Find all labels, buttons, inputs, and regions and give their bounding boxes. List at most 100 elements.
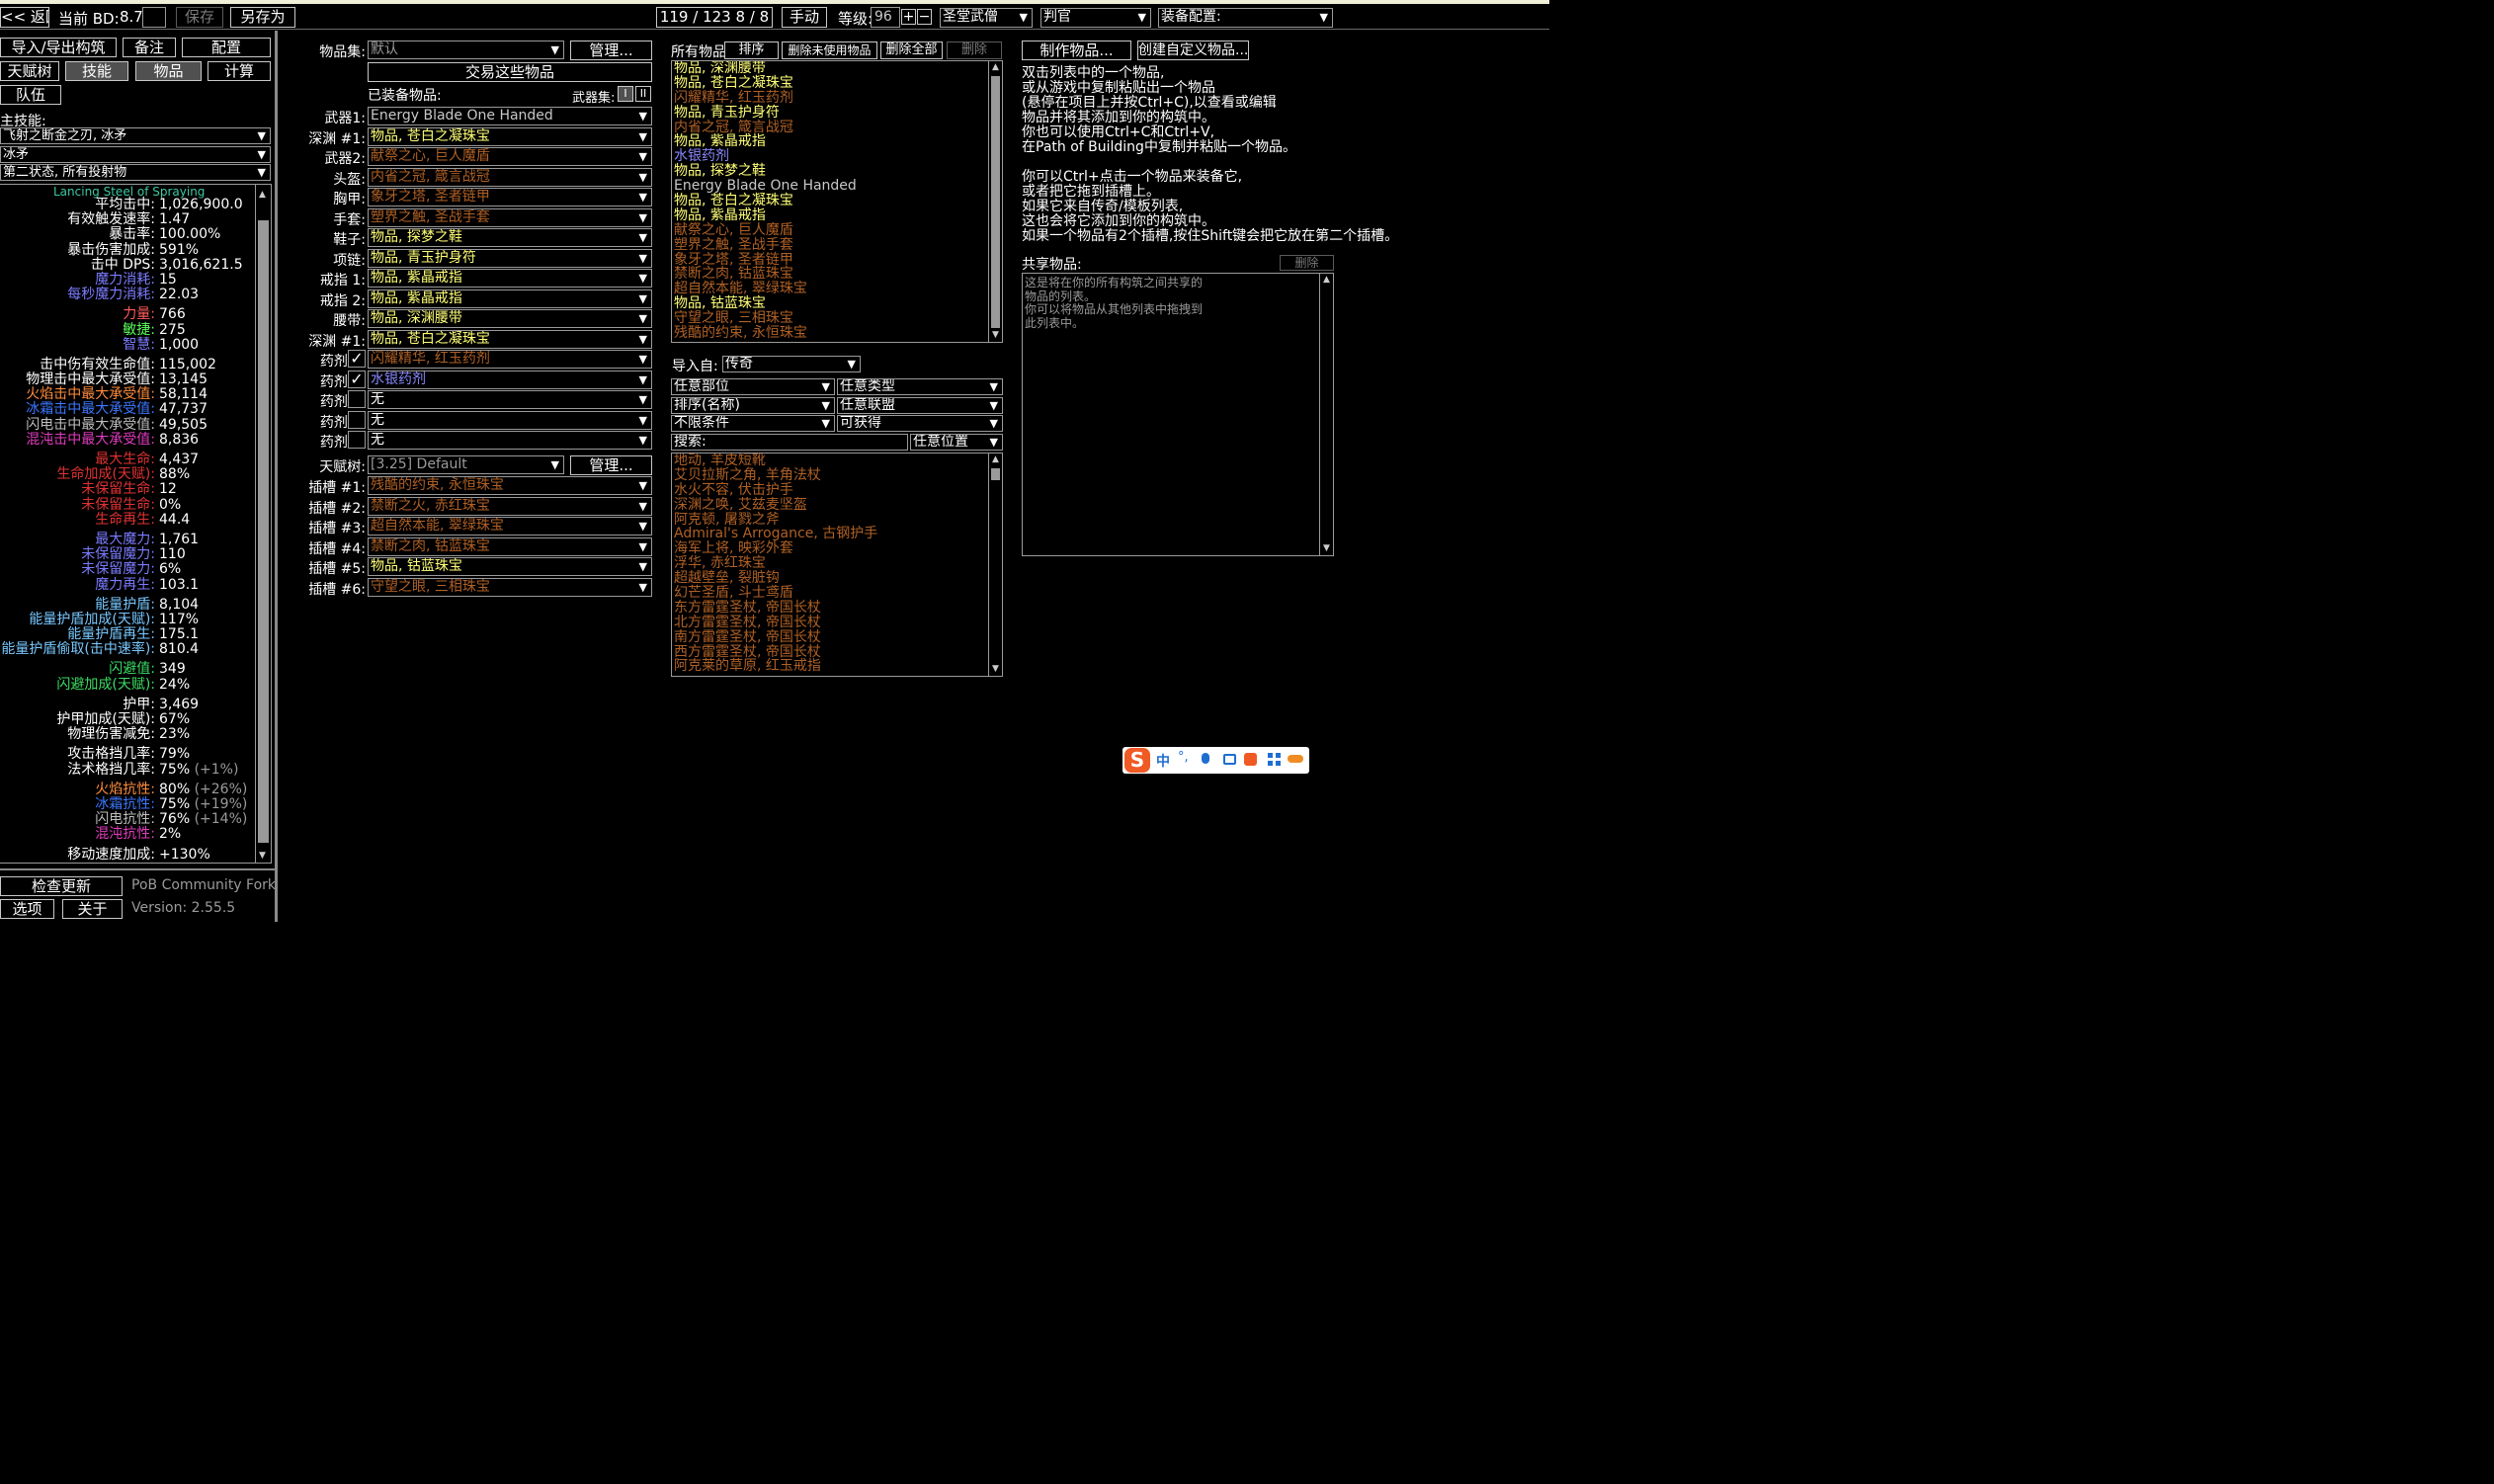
- level-input[interactable]: 96: [871, 7, 900, 28]
- punctuation-icon[interactable]: °,: [1178, 750, 1189, 765]
- filter-type-select[interactable]: 任意类型 ▼: [837, 378, 1003, 395]
- list-item[interactable]: 阿克顿, 屠戮之斧: [674, 512, 988, 528]
- skill-stage-select[interactable]: 第二状态, 所有投射物 ▼: [0, 164, 271, 181]
- list-item[interactable]: 塑界之触, 圣战手套: [674, 237, 988, 253]
- list-item[interactable]: 超自然本能, 翠绿珠宝: [674, 282, 988, 296]
- slot-select[interactable]: 物品, 苍白之凝珠宝 ▼: [368, 329, 652, 349]
- shared-delete-button[interactable]: 删除: [1280, 255, 1334, 271]
- class-select[interactable]: 圣堂武僧 ▼: [940, 8, 1033, 28]
- ime-lang-toggle[interactable]: 中: [1156, 751, 1170, 771]
- carrot-icon[interactable]: [1288, 755, 1303, 763]
- list-item[interactable]: Energy Blade One Handed: [674, 179, 988, 194]
- ime-toolbar[interactable]: S 中 °,: [1122, 747, 1309, 774]
- slot-select[interactable]: 无 ▼: [368, 431, 652, 450]
- flask-active-checkbox[interactable]: [348, 390, 366, 408]
- check-update-button[interactable]: 检查更新: [0, 876, 123, 896]
- list-item[interactable]: 艾贝拉斯之角, 羊角法杖: [674, 467, 988, 483]
- create-custom-item-button[interactable]: 创建自定义物品...: [1137, 41, 1249, 60]
- list-item[interactable]: 南方雷霆圣杖, 帝国长杖: [674, 629, 988, 645]
- socket-select[interactable]: 禁断之肉, 钴蓝珠宝 ▼: [368, 536, 652, 556]
- slot-select[interactable]: 物品, 青玉护身符 ▼: [368, 248, 652, 268]
- list-item[interactable]: 闪耀精华, 红玉药剂: [674, 90, 988, 106]
- tab-skills[interactable]: 技能: [65, 61, 128, 81]
- slot-select[interactable]: 物品, 苍白之凝珠宝 ▼: [368, 126, 652, 146]
- tree-select[interactable]: [3.25] Default ▼: [368, 455, 564, 474]
- delete-unused-button[interactable]: 删除未使用物品: [782, 41, 877, 59]
- socket-select[interactable]: 禁断之火, 赤红珠宝 ▼: [368, 496, 652, 516]
- list-item[interactable]: 水火不容, 伏击护手: [674, 482, 988, 498]
- list-item[interactable]: 物品, 深渊腰带: [674, 61, 988, 76]
- scroll-up-icon[interactable]: ▲: [989, 453, 1002, 466]
- list-item[interactable]: 深渊之唤, 艾兹麦坚盔: [674, 497, 988, 513]
- weapon-set-1-button[interactable]: I: [618, 86, 633, 102]
- level-minus-button[interactable]: −: [917, 9, 932, 25]
- back-button[interactable]: << 返回: [0, 7, 49, 28]
- slot-select[interactable]: Energy Blade One Handed ▼: [368, 107, 652, 125]
- weapon-set-2-button[interactable]: II: [635, 86, 651, 102]
- list-item[interactable]: 阿克莱的草原, 红玉戒指: [674, 659, 988, 674]
- import-export-button[interactable]: 导入/导出构筑: [0, 38, 117, 57]
- shared-items-list[interactable]: 这是将在你的所有构筑之间共享的 物品的列表。 你可以将物品从其他列表中拖拽到 此列表中…: [1022, 273, 1334, 556]
- sort-button[interactable]: 排序: [724, 41, 779, 59]
- options-button[interactable]: 选项: [0, 899, 54, 919]
- filter-req-select[interactable]: 不限条件 ▼: [671, 415, 835, 432]
- list-item[interactable]: 物品, 紫晶戒指: [674, 208, 988, 223]
- socket-select[interactable]: 守望之眼, 三相珠宝 ▼: [368, 577, 652, 597]
- list-item[interactable]: 物品, 紫晶戒指: [674, 134, 988, 149]
- filter-league-select[interactable]: 任意联盟 ▼: [837, 397, 1003, 414]
- scroll-thumb[interactable]: [991, 76, 1000, 328]
- list-item[interactable]: 献祭之心, 巨人魔盾: [674, 222, 988, 238]
- tree-manage-button[interactable]: 管理...: [570, 455, 652, 475]
- slot-select[interactable]: 物品, 探梦之鞋 ▼: [368, 228, 652, 247]
- scroll-down-icon[interactable]: ▼: [989, 329, 1002, 342]
- scroll-thumb[interactable]: [258, 220, 269, 843]
- list-item[interactable]: 象牙之塔, 圣者链甲: [674, 252, 988, 268]
- notes-button[interactable]: 备注: [123, 38, 176, 57]
- slot-select[interactable]: 塑界之触, 圣战手套 ▼: [368, 207, 652, 227]
- items-scrollbar[interactable]: ▲ ▼: [988, 61, 1002, 342]
- about-button[interactable]: 关于: [62, 899, 123, 919]
- filter-sort-select[interactable]: 排序(名称) ▼: [671, 397, 835, 414]
- shared-scrollbar[interactable]: ▲ ▼: [1319, 274, 1333, 555]
- list-item[interactable]: 地动, 羊皮短靴: [674, 453, 988, 468]
- gear-config-select[interactable]: 装备配置: ▼: [1158, 8, 1333, 28]
- filter-slot-select[interactable]: 任意部位 ▼: [671, 378, 835, 395]
- skin-icon[interactable]: [1244, 753, 1257, 766]
- tab-calcs[interactable]: 计算: [208, 61, 271, 81]
- list-item[interactable]: 物品, 钴蓝珠宝: [674, 296, 988, 311]
- delete-button[interactable]: 删除: [947, 41, 1002, 59]
- filter-obtain-select[interactable]: 可获得 ▼: [837, 415, 1003, 432]
- filter-position-select[interactable]: 任意位置 ▼: [910, 434, 1003, 451]
- flask-active-checkbox[interactable]: [348, 431, 366, 449]
- slot-select[interactable]: 物品, 紫晶戒指 ▼: [368, 289, 652, 308]
- slot-select[interactable]: 献祭之心, 巨人魔盾 ▼: [368, 147, 652, 166]
- mic-icon[interactable]: [1202, 753, 1209, 764]
- uniques-scrollbar[interactable]: ▲ ▼: [988, 453, 1002, 676]
- list-item[interactable]: 幻芒圣盾, 斗士鸢盾: [674, 586, 988, 601]
- save-as-button[interactable]: 另存为: [230, 7, 295, 28]
- save-button[interactable]: 保存: [176, 7, 223, 28]
- socket-select[interactable]: 物品, 钴蓝珠宝 ▼: [368, 557, 652, 576]
- flask-active-checkbox[interactable]: [348, 410, 366, 429]
- scroll-up-icon[interactable]: ▲: [989, 61, 1002, 74]
- slot-select[interactable]: 无 ▼: [368, 410, 652, 430]
- slot-select[interactable]: 无 ▼: [368, 390, 652, 409]
- list-item[interactable]: 浮华, 赤红珠宝: [674, 556, 988, 571]
- current-bd-input[interactable]: [142, 7, 166, 28]
- slot-select[interactable]: 闪耀精华, 红玉药剂 ▼: [368, 350, 652, 369]
- scroll-down-icon[interactable]: ▼: [256, 850, 269, 863]
- list-item[interactable]: 物品, 苍白之凝珠宝: [674, 75, 988, 91]
- tab-party[interactable]: 队伍: [0, 85, 61, 105]
- slot-select[interactable]: 内省之冠, 箴言战冠 ▼: [368, 167, 652, 187]
- itemset-manage-button[interactable]: 管理...: [570, 41, 652, 60]
- level-plus-button[interactable]: +: [901, 9, 916, 25]
- scroll-down-icon[interactable]: ▼: [989, 663, 1002, 676]
- slot-select[interactable]: 象牙之塔, 圣者链甲 ▼: [368, 188, 652, 206]
- scroll-up-icon[interactable]: ▲: [1320, 274, 1333, 287]
- list-item[interactable]: 海军上将, 映彩外套: [674, 541, 988, 556]
- itemset-select[interactable]: 默认 ▼: [368, 41, 564, 59]
- slot-select[interactable]: 物品, 紫晶戒指 ▼: [368, 269, 652, 288]
- flask-active-checkbox[interactable]: ✓: [348, 350, 366, 368]
- config-button[interactable]: 配置: [182, 38, 271, 57]
- scroll-up-icon[interactable]: ▲: [256, 189, 269, 202]
